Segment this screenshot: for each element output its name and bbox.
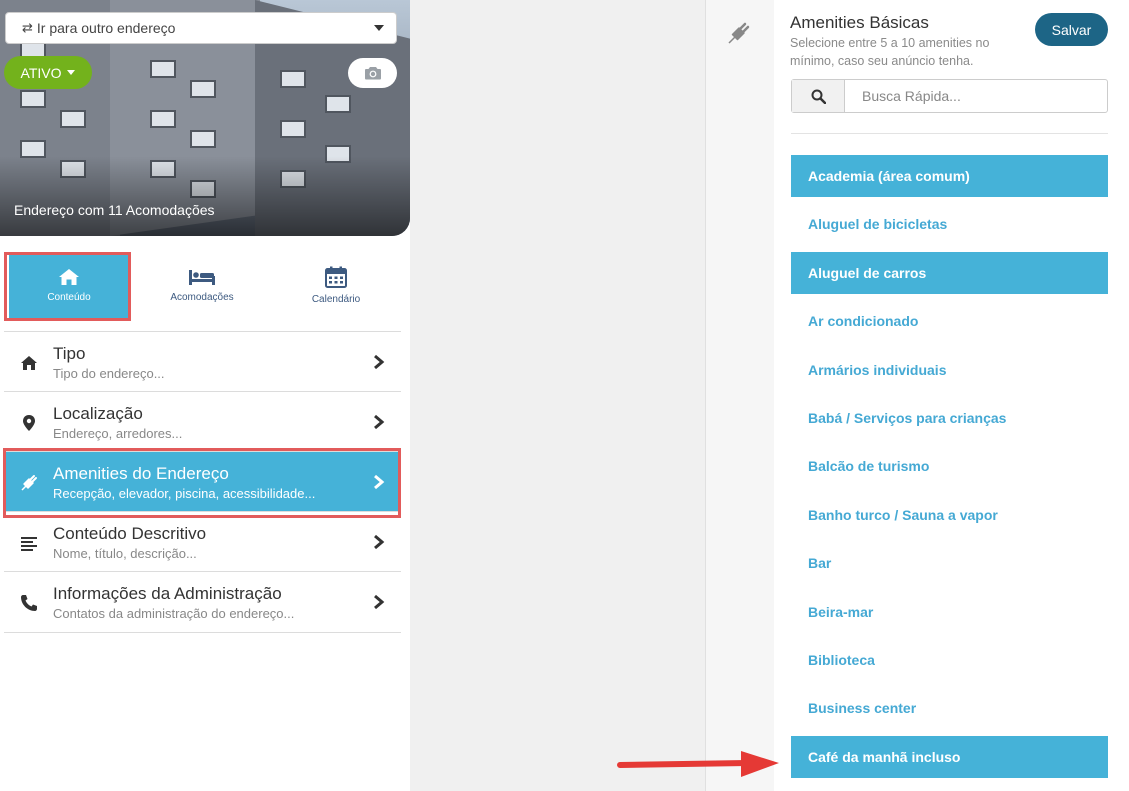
menu-item-subtitle: Contatos da administração do endereço... — [53, 606, 295, 621]
panel-subtitle: Selecione entre 5 a 10 amenities no míni… — [790, 36, 990, 68]
home-icon — [21, 356, 37, 370]
annotation-arrow-icon — [617, 751, 779, 777]
menu-item-localizacao[interactable]: Localização Endereço, arredores... — [4, 391, 401, 451]
amenity-item[interactable]: Café da manhã incluso — [791, 735, 1108, 778]
amenity-item[interactable]: Banho turco / Sauna a vapor — [791, 494, 1108, 536]
left-panel: ⇄ Ir para outro endereço ATIVO Endereço … — [0, 0, 410, 791]
tab-label: Acomodações — [170, 291, 234, 303]
camera-icon — [364, 67, 381, 80]
tab-calendario[interactable]: Calendário — [276, 252, 396, 318]
chevron-right-icon — [374, 594, 385, 610]
tab-label: Calendário — [311, 293, 361, 305]
address-select-label: Ir para outro endereço — [36, 20, 176, 36]
map-pin-icon — [23, 415, 35, 431]
status-dropdown-button[interactable]: ATIVO — [4, 56, 92, 89]
search-button[interactable] — [792, 80, 845, 112]
divider — [791, 133, 1108, 134]
menu-item-title: Informações da Administração — [53, 584, 282, 603]
window-decoration — [280, 70, 306, 88]
quick-search — [791, 79, 1108, 113]
window-decoration — [325, 95, 351, 113]
menu-item-conteudo-descritivo[interactable]: Conteúdo Descritivo Nome, título, descri… — [4, 511, 401, 571]
amenity-item[interactable]: Biblioteca — [791, 639, 1108, 681]
amenity-item[interactable]: Beira-mar — [791, 591, 1108, 633]
window-decoration — [20, 90, 46, 108]
caret-down-icon — [67, 70, 76, 75]
panel-title: Amenities Básicas — [790, 13, 929, 32]
menu-item-subtitle: Nome, título, descrição... — [53, 546, 197, 561]
highlight-box — [4, 252, 131, 321]
highlight-box — [3, 448, 401, 518]
chevron-right-icon — [374, 534, 385, 550]
bed-icon — [189, 269, 215, 285]
address-photo: ⇄ Ir para outro endereço ATIVO Endereço … — [0, 0, 410, 236]
chevron-right-icon — [374, 414, 385, 430]
window-decoration — [190, 130, 216, 148]
search-input[interactable] — [845, 80, 1104, 112]
address-select[interactable]: ⇄ Ir para outro endereço — [5, 12, 397, 44]
amenities-list: Academia (área comum) Aluguel de biciclet… — [791, 155, 1108, 784]
menu-item-administracao[interactable]: Informações da Administração Contatos da… — [4, 571, 401, 633]
menu-item-tipo[interactable]: Tipo Tipo do endereço... — [4, 331, 401, 391]
amenity-item[interactable]: Aluguel de carros — [791, 251, 1108, 294]
caret-down-icon — [374, 25, 384, 31]
menu-item-subtitle: Tipo do endereço... — [53, 366, 165, 381]
amenity-item[interactable]: Aluguel de bicicletas — [791, 203, 1108, 245]
align-left-icon — [21, 537, 37, 551]
swap-icon: ⇄ — [22, 20, 33, 35]
amenity-item[interactable]: Armários individuais — [791, 349, 1108, 391]
window-decoration — [150, 110, 176, 128]
panel-icon-strip — [705, 0, 774, 791]
window-decoration — [150, 60, 176, 78]
menu-item-title: Conteúdo Descritivo — [53, 524, 207, 543]
amenity-item[interactable]: Balcão de turismo — [791, 445, 1108, 487]
window-decoration — [280, 120, 306, 138]
menu-item-subtitle: Endereço, arredores... — [53, 426, 183, 441]
chevron-right-icon — [374, 354, 385, 370]
amenity-item[interactable]: Babá / Serviços para crianças — [791, 397, 1108, 439]
tab-acomodacoes[interactable]: Acomodações — [142, 252, 262, 318]
menu-item-title: Localização — [53, 404, 143, 423]
phone-icon — [21, 595, 37, 611]
plug-icon — [728, 22, 750, 44]
save-button[interactable]: Salvar — [1035, 13, 1108, 46]
amenity-item[interactable]: Ar condicionado — [791, 300, 1108, 342]
window-decoration — [190, 80, 216, 98]
window-decoration — [60, 110, 86, 128]
status-label: ATIVO — [20, 64, 62, 81]
calendar-icon — [325, 266, 347, 288]
accommodations-caption: Endereço com 11 Acomodações — [14, 202, 215, 218]
change-photo-button[interactable] — [348, 58, 397, 88]
amenity-item[interactable]: Bar — [791, 542, 1108, 584]
amenity-item[interactable]: Business center — [791, 687, 1108, 729]
search-icon — [811, 89, 826, 104]
menu-item-title: Tipo — [53, 344, 86, 363]
amenity-item[interactable]: Academia (área comum) — [791, 155, 1108, 197]
